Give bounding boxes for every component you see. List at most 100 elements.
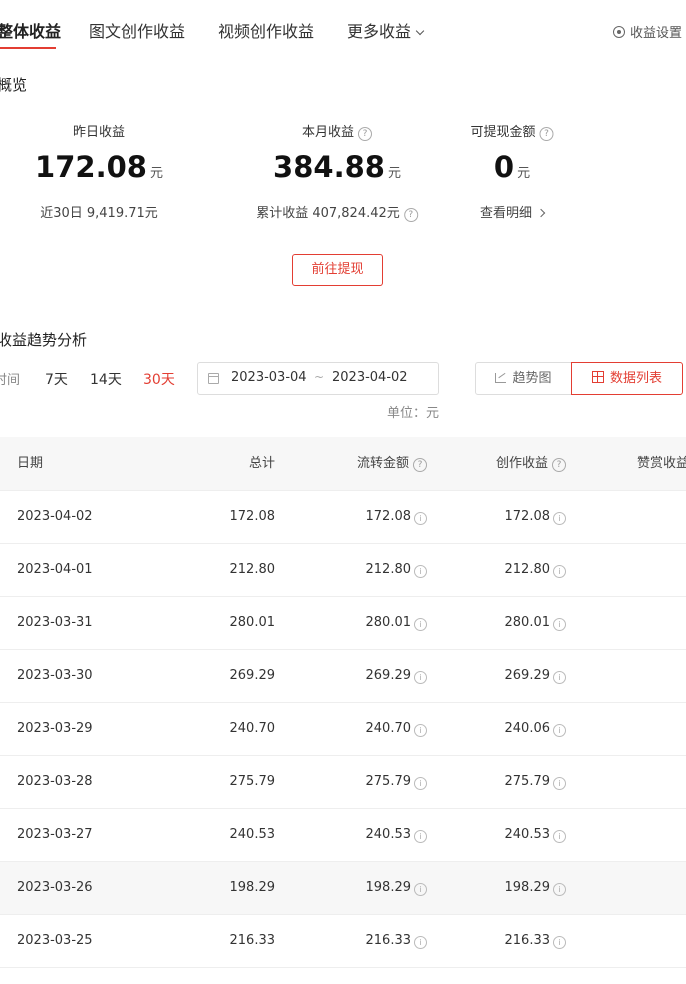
question-circle-icon[interactable]: ? <box>552 458 566 472</box>
tab-article-income[interactable]: 图文创作收益 <box>89 18 185 42</box>
table-row: 2023-03-26 198.29 198.29 i 198.29 i <box>0 862 686 915</box>
withdraw-button[interactable]: 前往提现 <box>292 254 383 286</box>
info-circle-icon[interactable]: i <box>553 512 566 525</box>
table-body: 2023-04-02 172.08 172.08 i 172.08 i 2023-04-01… <box>0 491 686 968</box>
cell-total: 240.70 <box>229 721 276 736</box>
cell-creation-income-value: 172.08 <box>504 509 551 524</box>
top-tab-bar: 整体收益 图文创作收益 视频创作收益 更多收益 收益设置 <box>0 0 686 58</box>
date-range-picker[interactable]: 2023-03-04 ~ 2023-04-02 <box>197 362 439 395</box>
question-circle-icon[interactable]: ? <box>413 458 427 472</box>
calendar-icon <box>208 373 219 384</box>
date-end[interactable]: 2023-04-02 <box>332 370 408 385</box>
gear-icon <box>612 26 625 38</box>
cell-creation-income-value: 240.06 <box>504 721 551 736</box>
cell-creation-income-value: 240.53 <box>504 827 551 842</box>
info-circle-icon[interactable]: i <box>553 565 566 578</box>
overview-title: 概览 <box>0 76 28 94</box>
income-table: 日期 总计 流转金额? 创作收益? 赞赏收益 2023-04-02 172.08 1… <box>0 437 686 968</box>
cell-creation-income-value: 216.33 <box>504 933 551 948</box>
header-flow-amount: 流转金额? <box>357 437 427 490</box>
cell-total: 280.01 <box>229 615 276 630</box>
cell-flow-amount: 240.70 i <box>365 703 427 755</box>
cell-creation-income: 198.29 i <box>505 862 566 914</box>
cell-flow-amount-value: 280.01 <box>365 615 412 630</box>
cell-creation-income: 280.01 i <box>505 597 566 649</box>
tab-more-income-label: 更多收益 <box>347 22 412 41</box>
info-circle-icon[interactable]: i <box>553 671 566 684</box>
cell-flow-amount-value: 172.08 <box>365 509 412 524</box>
cell-date: 2023-03-29 <box>17 721 93 736</box>
header-reward-income: 赞赏收益 <box>637 456 686 471</box>
info-circle-icon[interactable]: i <box>553 830 566 843</box>
cell-date: 2023-03-30 <box>17 668 93 683</box>
info-circle-icon[interactable]: i <box>414 512 427 525</box>
table-row: 2023-03-30 269.29 269.29 i 269.29 i <box>0 650 686 703</box>
cell-total: 240.53 <box>229 827 276 842</box>
info-circle-icon[interactable]: i <box>414 777 427 790</box>
cell-flow-amount-value: 269.29 <box>365 668 412 683</box>
question-circle-icon[interactable]: ? <box>403 208 418 222</box>
cell-date: 2023-03-28 <box>17 774 93 789</box>
income-settings-link[interactable]: 收益设置 <box>612 22 682 41</box>
question-circle-icon[interactable]: ? <box>539 127 554 141</box>
cell-creation-income: 172.08 i <box>504 491 566 543</box>
info-circle-icon[interactable]: i <box>553 883 566 896</box>
date-start[interactable]: 2023-03-04 <box>231 370 307 385</box>
info-circle-icon[interactable]: i <box>553 618 566 631</box>
data-list-button[interactable]: 数据列表 <box>571 362 683 395</box>
info-circle-icon[interactable]: i <box>414 724 427 737</box>
table-icon <box>591 371 604 383</box>
last-30-days-income: 近30日 9,419.71元 <box>40 206 158 221</box>
table-header: 日期 总计 流转金额? 创作收益? 赞赏收益 <box>0 437 686 491</box>
cell-flow-amount-value: 240.53 <box>365 827 412 842</box>
info-circle-icon[interactable]: i <box>414 936 427 949</box>
info-circle-icon[interactable]: i <box>414 565 427 578</box>
table-row: 2023-03-25 216.33 216.33 i 216.33 i <box>0 915 686 968</box>
header-creation-income-label: 创作收益 <box>495 456 548 471</box>
header-date: 日期 <box>17 456 44 471</box>
cell-flow-amount-value: 198.29 <box>365 880 412 895</box>
cell-date: 2023-03-27 <box>17 827 93 842</box>
range-14-days[interactable]: 14天 <box>90 369 122 389</box>
view-details-label: 查看明细 <box>479 206 533 221</box>
cell-date: 2023-04-02 <box>17 509 93 524</box>
info-circle-icon[interactable]: i <box>414 830 427 843</box>
info-circle-icon[interactable]: i <box>414 671 427 684</box>
table-row: 2023-03-31 280.01 280.01 i 280.01 i <box>0 597 686 650</box>
range-30-days[interactable]: 30天 <box>143 369 175 389</box>
cumulative-income: 累计收益 407,824.42元? <box>256 202 418 222</box>
trend-chart-label: 趋势图 <box>512 371 552 386</box>
table-row: 2023-04-02 172.08 172.08 i 172.08 i <box>0 491 686 544</box>
info-circle-icon[interactable]: i <box>414 883 427 896</box>
info-circle-icon[interactable]: i <box>414 618 427 631</box>
tab-video-income[interactable]: 视频创作收益 <box>218 18 314 42</box>
withdrawable-unit: 元 <box>517 166 531 181</box>
cell-date: 2023-03-26 <box>17 880 93 895</box>
month-income-number: 384.88 <box>273 150 385 184</box>
cell-total: 269.29 <box>229 668 276 683</box>
tab-more-income[interactable]: 更多收益 <box>347 18 425 42</box>
cell-creation-income: 240.06 i <box>504 703 566 755</box>
cell-flow-amount-value: 212.80 <box>365 562 412 577</box>
table-row: 2023-03-28 275.79 275.79 i 275.79 i <box>0 756 686 809</box>
tab-overall-income[interactable]: 整体收益 <box>0 18 61 42</box>
yesterday-income-number: 172.08 <box>35 150 147 184</box>
month-income-label: 本月收益? <box>302 121 373 141</box>
cell-total: 172.08 <box>229 509 276 524</box>
header-total: 总计 <box>248 456 275 471</box>
withdrawable-label-text: 可提现金额 <box>470 125 536 140</box>
info-circle-icon[interactable]: i <box>553 724 566 737</box>
cell-flow-amount-value: 275.79 <box>365 774 412 789</box>
active-tab-indicator <box>0 47 56 49</box>
info-circle-icon[interactable]: i <box>553 777 566 790</box>
data-list-label: 数据列表 <box>609 371 662 386</box>
cell-flow-amount-value: 240.70 <box>365 721 412 736</box>
view-details-link[interactable]: 查看明细 <box>479 202 546 221</box>
cell-flow-amount: 280.01 i <box>365 597 427 649</box>
line-chart-icon <box>495 373 507 383</box>
question-circle-icon[interactable]: ? <box>358 127 373 141</box>
range-7-days[interactable]: 7天 <box>45 369 68 389</box>
info-circle-icon[interactable]: i <box>553 936 566 949</box>
trend-chart-button[interactable]: 趋势图 <box>475 362 572 395</box>
cell-flow-amount: 216.33 i <box>366 915 427 967</box>
